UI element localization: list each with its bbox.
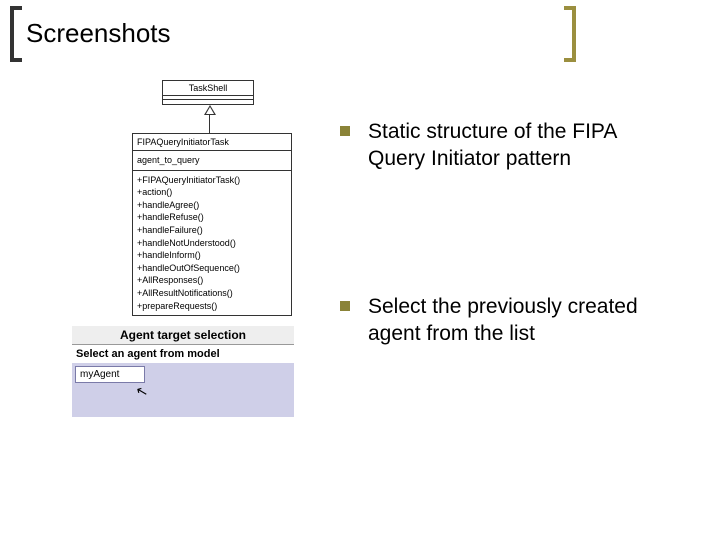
bullet-text: Static structure of the FIPA Query Initi… [368, 118, 660, 173]
uml-op: +action() [137, 186, 287, 199]
uml-op: +handleNotUnderstood() [137, 237, 287, 250]
uml-op: +handleRefuse() [137, 211, 287, 224]
title-bracket-right [564, 6, 576, 62]
slide-title: Screenshots [26, 18, 171, 49]
dialog-subtitle: Select an agent from model [72, 345, 294, 363]
uml-parent-name: TaskShell [163, 81, 253, 96]
uml-class-name: FIPAQueryInitiatorTask [133, 134, 291, 151]
uml-attr: agent_to_query [137, 154, 287, 167]
agent-selection-dialog: Agent target selection Select an agent f… [72, 326, 294, 417]
bullet-text: Select the previously created agent from… [368, 293, 660, 348]
uml-class-box: FIPAQueryInitiatorTask agent_to_query +F… [132, 133, 292, 316]
uml-operations: +FIPAQueryInitiatorTask() +action() +han… [133, 171, 291, 316]
uml-op: +FIPAQueryInitiatorTask() [137, 174, 287, 187]
uml-generalization-arrow [204, 105, 280, 133]
bullet-point: Select the previously created agent from… [340, 293, 660, 348]
agent-listbox[interactable]: myAgent [75, 366, 145, 383]
uml-op: +prepareRequests() [137, 300, 287, 313]
agent-list-item[interactable]: myAgent [80, 369, 119, 380]
bullet-icon [340, 301, 350, 311]
dialog-body: myAgent ↖ [72, 363, 294, 417]
uml-attributes: agent_to_query [133, 151, 291, 171]
screenshots-column: TaskShell FIPAQueryInitiatorTask agent_t… [80, 80, 280, 417]
uml-op: +handleFailure() [137, 224, 287, 237]
cursor-icon: ↖ [134, 382, 150, 401]
bullet-point: Static structure of the FIPA Query Initi… [340, 118, 660, 173]
uml-op: +AllResponses() [137, 274, 287, 287]
uml-op: +handleOutOfSequence() [137, 262, 287, 275]
uml-op: +handleAgree() [137, 199, 287, 212]
bullet-column: Static structure of the FIPA Query Initi… [340, 118, 660, 467]
uml-op: +handleInform() [137, 249, 287, 262]
title-bracket-left [10, 6, 22, 62]
uml-parent-class: TaskShell [162, 80, 254, 105]
dialog-title: Agent target selection [72, 326, 294, 345]
uml-op: +AllResultNotifications() [137, 287, 287, 300]
bullet-icon [340, 126, 350, 136]
